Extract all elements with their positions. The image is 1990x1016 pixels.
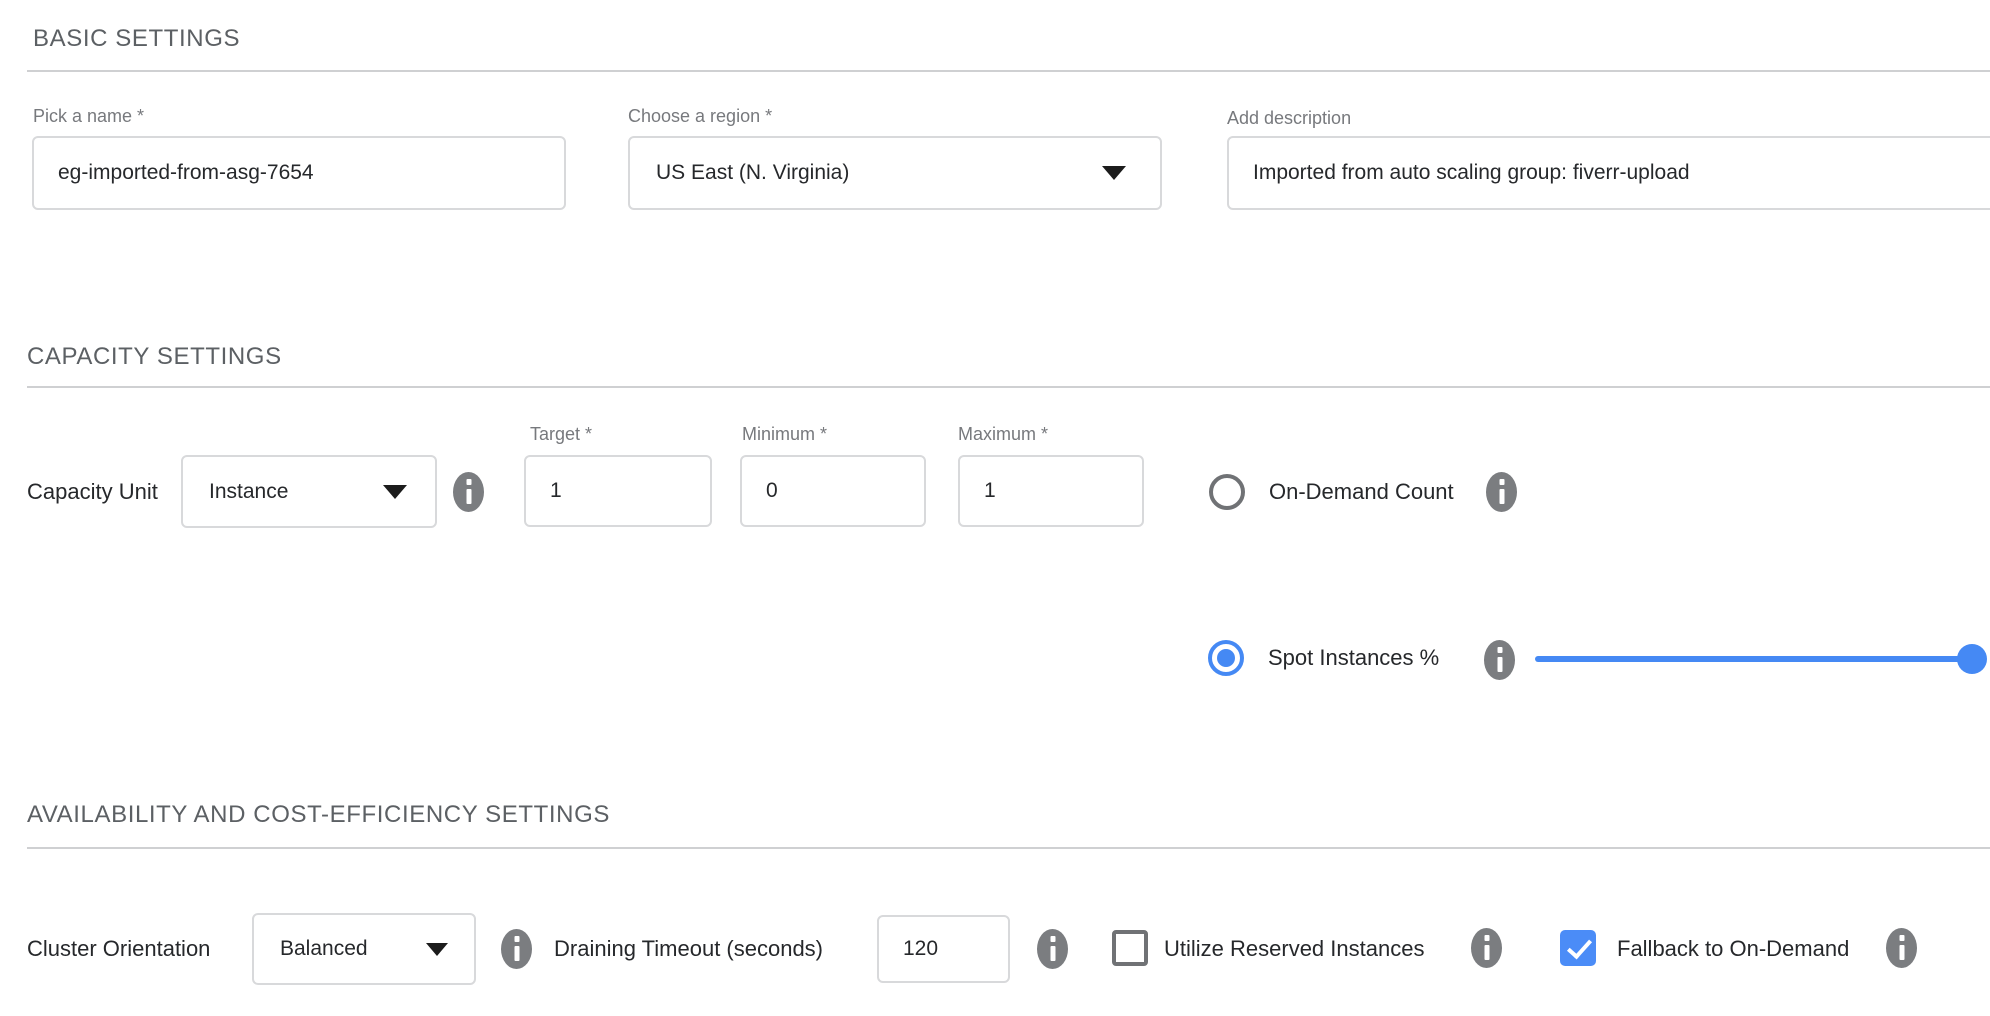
draining-timeout-label: Draining Timeout (seconds): [554, 936, 823, 962]
on-demand-count-label[interactable]: On-Demand Count: [1269, 479, 1454, 505]
chevron-down-icon: [383, 485, 407, 499]
spot-percentage-slider-track[interactable]: [1535, 656, 1972, 662]
draining-timeout-input[interactable]: [877, 915, 1010, 983]
minimum-input[interactable]: [740, 455, 926, 527]
capacity-unit-dropdown[interactable]: Instance: [181, 455, 437, 528]
region-dropdown-value: US East (N. Virginia): [630, 161, 1102, 185]
utilize-reserved-info-icon[interactable]: [1471, 928, 1502, 968]
cluster-orientation-info-icon[interactable]: [501, 929, 532, 969]
spot-percentage-slider-thumb[interactable]: [1957, 644, 1987, 674]
chevron-down-icon: [1102, 166, 1126, 180]
name-input[interactable]: [32, 136, 566, 210]
fallback-on-demand-info-icon[interactable]: [1886, 928, 1917, 968]
target-input[interactable]: [524, 455, 712, 527]
capacity-settings-title: CAPACITY SETTINGS: [27, 343, 282, 371]
capacity-unit-info-icon[interactable]: [453, 472, 484, 512]
capacity-settings-divider: [27, 386, 1990, 388]
chevron-down-icon: [426, 943, 448, 956]
region-field-label: Choose a region *: [628, 106, 772, 127]
region-dropdown[interactable]: US East (N. Virginia): [628, 136, 1162, 210]
description-input[interactable]: [1227, 136, 1990, 210]
spot-instances-label[interactable]: Spot Instances %: [1268, 645, 1439, 671]
minimum-field-label: Minimum *: [742, 424, 827, 445]
utilize-reserved-label[interactable]: Utilize Reserved Instances: [1164, 936, 1424, 962]
availability-settings-divider: [27, 847, 1990, 849]
draining-timeout-info-icon[interactable]: [1037, 929, 1068, 969]
target-field-label: Target *: [530, 424, 592, 445]
availability-settings-title: AVAILABILITY AND COST-EFFICIENCY SETTING…: [27, 801, 610, 829]
on-demand-count-radio[interactable]: [1209, 474, 1245, 510]
capacity-unit-dropdown-value: Instance: [183, 480, 383, 504]
cluster-orientation-dropdown[interactable]: Balanced: [252, 913, 476, 985]
basic-settings-divider: [27, 70, 1990, 72]
spot-instances-info-icon[interactable]: [1484, 640, 1515, 680]
cluster-orientation-label: Cluster Orientation: [27, 936, 210, 962]
capacity-unit-label: Capacity Unit: [27, 479, 158, 505]
on-demand-count-info-icon[interactable]: [1486, 472, 1517, 512]
basic-settings-title: BASIC SETTINGS: [33, 25, 240, 53]
maximum-field-label: Maximum *: [958, 424, 1048, 445]
fallback-on-demand-checkbox[interactable]: [1560, 930, 1596, 966]
maximum-input[interactable]: [958, 455, 1144, 527]
fallback-on-demand-label[interactable]: Fallback to On-Demand: [1617, 936, 1849, 962]
utilize-reserved-checkbox[interactable]: [1112, 930, 1148, 966]
cluster-orientation-dropdown-value: Balanced: [254, 937, 426, 961]
description-field-label: Add description: [1227, 108, 1351, 129]
spot-instances-radio[interactable]: [1208, 640, 1244, 676]
name-field-label: Pick a name *: [33, 106, 144, 127]
